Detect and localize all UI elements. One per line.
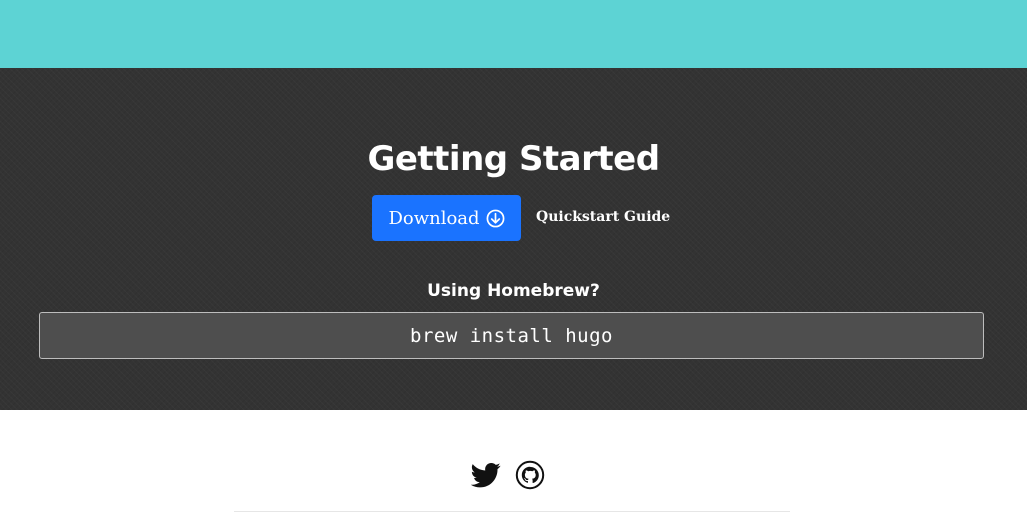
- footer-divider: [234, 511, 790, 512]
- section-title: Getting Started: [367, 138, 660, 179]
- top-banner: [0, 0, 1027, 68]
- download-button-label: Download: [388, 207, 480, 229]
- download-button[interactable]: Download: [372, 195, 521, 241]
- twitter-icon[interactable]: [471, 460, 501, 490]
- quickstart-guide-link[interactable]: Quickstart Guide: [536, 206, 670, 228]
- install-command[interactable]: brew install hugo: [410, 325, 613, 347]
- getting-started-section: Getting Started Download Quickstart Guid…: [0, 68, 1027, 410]
- arrow-down-circle-icon: [486, 209, 505, 228]
- homebrew-label: Using Homebrew?: [427, 281, 600, 301]
- github-icon[interactable]: [515, 460, 545, 490]
- install-command-box[interactable]: brew install hugo: [39, 312, 984, 359]
- footer: [0, 410, 1027, 515]
